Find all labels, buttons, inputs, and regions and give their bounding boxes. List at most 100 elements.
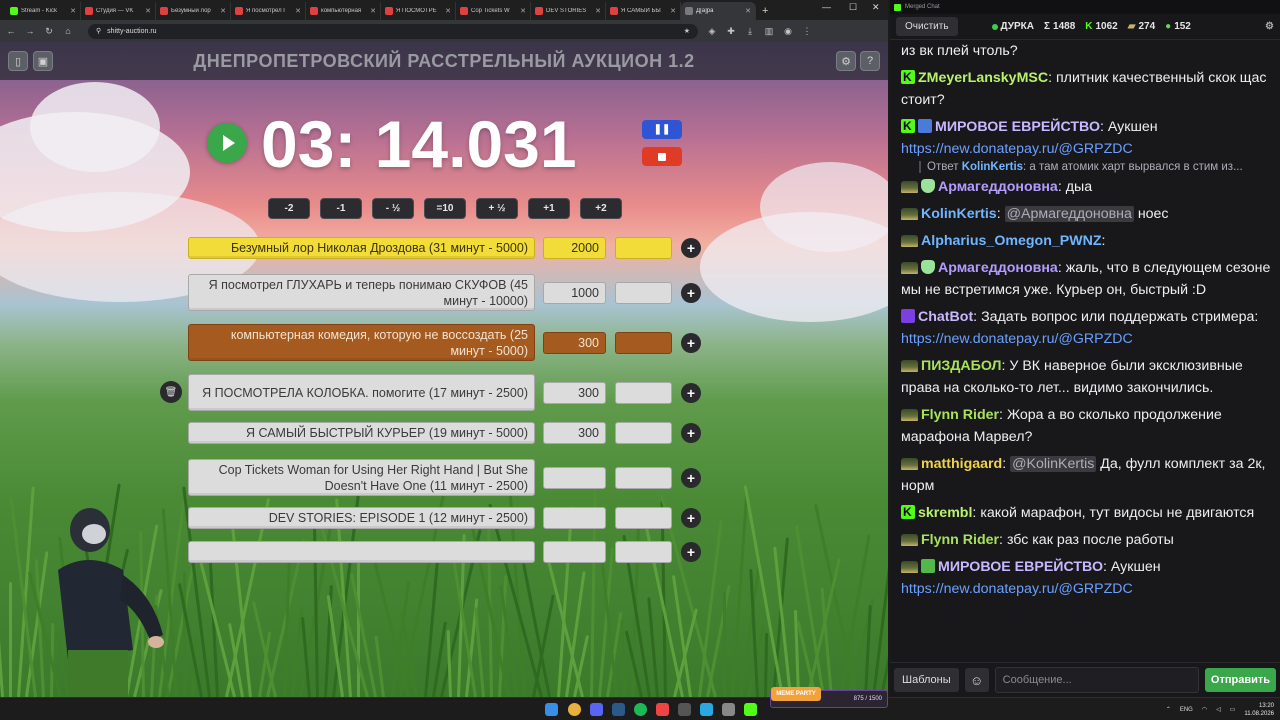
start-icon[interactable] xyxy=(545,703,558,716)
app-icon[interactable] xyxy=(656,703,669,716)
lot-add-amount-field[interactable] xyxy=(615,282,672,304)
clear-chat-button[interactable]: Очистить xyxy=(896,17,958,36)
clock[interactable]: 13:20 11.08.2026 xyxy=(1244,702,1274,718)
chat-messages[interactable]: из вк плей чтоль? ZMeyerLanskyMSC: плитни… xyxy=(890,40,1280,660)
lot-add-amount-field[interactable] xyxy=(615,541,672,563)
site-info-icon[interactable]: ⚲ xyxy=(96,27,101,35)
chat-username[interactable]: ChatBot xyxy=(918,309,973,325)
reload-icon[interactable]: ↻ xyxy=(44,26,54,37)
tab-close-icon[interactable]: ✕ xyxy=(445,7,451,15)
time-adjust-button[interactable]: =10 xyxy=(424,198,466,219)
tab-close-icon[interactable]: ✕ xyxy=(220,7,226,15)
maximize-icon[interactable]: ☐ xyxy=(849,2,857,13)
tab-close-icon[interactable]: ✕ xyxy=(70,7,76,15)
settings-gear-icon[interactable]: ⚙ xyxy=(836,51,856,71)
back-icon[interactable]: ← xyxy=(6,26,16,36)
chat-username[interactable]: Flynn Rider xyxy=(921,532,999,548)
telegram-icon[interactable] xyxy=(700,703,713,716)
lot-add-amount-field[interactable] xyxy=(615,382,672,404)
app-icon[interactable] xyxy=(722,703,735,716)
browser-tab[interactable]: DEV STORIES ✕ xyxy=(531,2,606,20)
close-window-icon[interactable]: ✕ xyxy=(872,2,880,13)
obs-icon[interactable] xyxy=(678,703,691,716)
chat-username[interactable]: KolinKertis xyxy=(921,206,997,222)
address-bar[interactable]: ⚲ shitty-auction.ru ★ xyxy=(88,23,698,39)
time-adjust-button[interactable]: +1 xyxy=(528,198,570,219)
browser-tab[interactable]: Я посмотрел Г ✕ xyxy=(231,2,306,20)
browser-tab[interactable]: Д[а]ра ✕ xyxy=(681,2,756,20)
time-adjust-button[interactable]: + ½ xyxy=(476,198,518,219)
play-button[interactable] xyxy=(207,123,247,163)
lot-name-field[interactable]: компьютерная комедия, которую не воссозд… xyxy=(188,324,535,361)
lot-amount-field[interactable]: 1000 xyxy=(543,282,606,304)
tab-close-icon[interactable]: ✕ xyxy=(670,7,676,15)
stop-button[interactable] xyxy=(642,147,682,166)
tab-close-icon[interactable]: ✕ xyxy=(295,7,301,15)
lot-name-field[interactable]: Я посмотрел ГЛУХАРЬ и теперь понимаю СКУ… xyxy=(188,274,535,311)
chat-username[interactable]: МИРОВОЕ ЕВРЕЙСТВО xyxy=(938,559,1103,575)
time-adjust-button[interactable]: +2 xyxy=(580,198,622,219)
lot-name-field[interactable]: Cop Tickets Woman for Using Her Right Ha… xyxy=(188,459,535,496)
chat-mention[interactable]: @KolinKertis xyxy=(1010,456,1097,472)
trash-icon[interactable]: 🗑 xyxy=(160,381,182,403)
bookmark-star-icon[interactable]: ★ xyxy=(684,27,690,35)
tab-close-icon[interactable]: ✕ xyxy=(595,7,601,15)
chat-username[interactable]: ПИЗДАБОЛ xyxy=(921,358,1001,374)
tab-close-icon[interactable]: ✕ xyxy=(745,7,751,15)
chat-username[interactable]: matthigaard xyxy=(921,456,1002,472)
save-button[interactable]: ▣ xyxy=(33,51,53,71)
lot-name-field[interactable]: DEV STORIES: EPISODE 1 (12 минут - 2500) xyxy=(188,507,535,529)
wifi-icon[interactable]: ◠ xyxy=(1202,706,1207,713)
browser-tab[interactable]: Безумный лор ✕ xyxy=(156,2,231,20)
lot-add-amount-field[interactable] xyxy=(615,237,672,259)
extensions-icon[interactable]: ◈ xyxy=(707,26,717,37)
send-button[interactable]: Отправить xyxy=(1204,668,1276,692)
forward-icon[interactable]: → xyxy=(25,26,35,36)
lot-name-field[interactable]: Безумный лор Николая Дроздова (31 минут … xyxy=(188,237,535,259)
lot-amount-field[interactable]: 300 xyxy=(543,422,606,444)
tray-chevron-icon[interactable]: ⌃ xyxy=(1166,706,1171,713)
templates-button[interactable]: Шаблоны xyxy=(894,668,959,692)
chrome-icon[interactable] xyxy=(568,703,581,716)
chat-username[interactable]: Flynn Rider xyxy=(921,407,999,423)
lot-name-field[interactable]: Я ПОСМОТРЕЛА КОЛОБКА. помогите (17 минут… xyxy=(188,374,535,411)
home-icon[interactable]: ⌂ xyxy=(63,26,73,36)
time-adjust-button[interactable]: -1 xyxy=(320,198,362,219)
chat-username[interactable]: Армагеддоновна xyxy=(938,260,1058,276)
steam-icon[interactable] xyxy=(612,703,625,716)
browser-tab[interactable]: компьютерная ✕ xyxy=(306,2,381,20)
tab-close-icon[interactable]: ✕ xyxy=(145,7,151,15)
lot-amount-field[interactable] xyxy=(543,507,606,529)
add-amount-plus-icon[interactable]: + xyxy=(681,283,701,303)
add-amount-plus-icon[interactable]: + xyxy=(681,383,701,403)
spotify-icon[interactable] xyxy=(634,703,647,716)
profile-icon[interactable]: ◉ xyxy=(783,26,793,37)
help-icon[interactable]: ? xyxy=(860,51,880,71)
browser-tab[interactable]: Cop Tickets W ✕ xyxy=(456,2,531,20)
lot-add-amount-field[interactable] xyxy=(615,422,672,444)
tab-close-icon[interactable]: ✕ xyxy=(370,7,376,15)
sidebar-toggle-button[interactable]: ▯ xyxy=(8,51,28,71)
chat-username[interactable]: ZMeyerLanskyMSC xyxy=(918,70,1048,86)
emoji-icon[interactable]: ☺ xyxy=(964,668,989,692)
add-amount-plus-icon[interactable]: + xyxy=(681,542,701,562)
lot-add-amount-field[interactable] xyxy=(615,332,672,354)
lot-amount-field[interactable]: 300 xyxy=(543,382,606,404)
battery-icon[interactable]: ▭ xyxy=(1230,706,1236,713)
lot-add-amount-field[interactable] xyxy=(615,507,672,529)
chat-username[interactable]: Армагеддоновна xyxy=(938,179,1058,195)
menu-icon[interactable]: ⋮ xyxy=(802,26,812,37)
chat-username[interactable]: Alpharius_Omegon_PWNZ xyxy=(921,233,1102,249)
volume-icon[interactable]: ◁ xyxy=(1216,706,1221,713)
add-amount-plus-icon[interactable]: + xyxy=(681,423,701,443)
chat-mention[interactable]: @Армагеддоновна xyxy=(1004,206,1134,222)
add-amount-plus-icon[interactable]: + xyxy=(681,508,701,528)
lot-amount-field[interactable] xyxy=(543,467,606,489)
new-tab-icon[interactable]: + xyxy=(762,2,768,20)
browser-tab[interactable]: Я САМЫЙ БЫ ✕ xyxy=(606,2,681,20)
pause-button[interactable]: ❚❚ xyxy=(642,120,682,139)
lot-amount-field[interactable] xyxy=(543,541,606,563)
message-input[interactable] xyxy=(994,667,1199,693)
time-adjust-button[interactable]: - ½ xyxy=(372,198,414,219)
chat-username[interactable]: МИРОВОЕ ЕВРЕЙСТВО xyxy=(935,119,1100,135)
